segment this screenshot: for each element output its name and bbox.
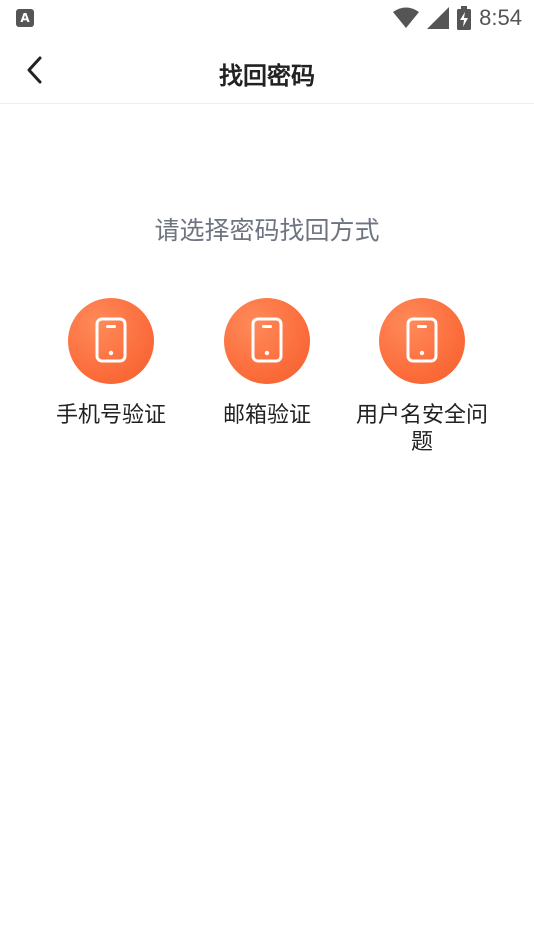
status-time: 8:54 <box>479 5 522 30</box>
phone-icon <box>95 317 127 363</box>
option-icon-circle <box>68 298 154 384</box>
option-label: 用户名安全问题 <box>355 403 488 455</box>
signal-icon <box>427 7 450 29</box>
wifi-icon <box>393 7 420 28</box>
status-right-group: 8:54 <box>393 4 522 32</box>
status-bar: A 8:54 <box>0 0 534 36</box>
notification-app-icon: A <box>16 9 34 27</box>
battery-charging-icon <box>457 6 472 30</box>
option-security-question[interactable]: 用户名安全问题 <box>347 298 497 456</box>
option-label: 手机号验证 <box>55 403 166 428</box>
option-phone-verify[interactable]: 手机号验证 <box>36 298 186 429</box>
header-bar: 找回密码 <box>0 36 534 104</box>
option-label: 邮箱验证 <box>222 403 311 428</box>
phone-icon <box>251 317 283 363</box>
page-title: 找回密码 <box>219 62 315 90</box>
option-icon-circle <box>379 298 465 384</box>
option-email-verify[interactable]: 邮箱验证 <box>192 298 342 429</box>
option-icon-circle <box>224 298 310 384</box>
phone-icon <box>406 317 438 363</box>
recovery-prompt: 请选择密码找回方式 <box>154 216 380 245</box>
